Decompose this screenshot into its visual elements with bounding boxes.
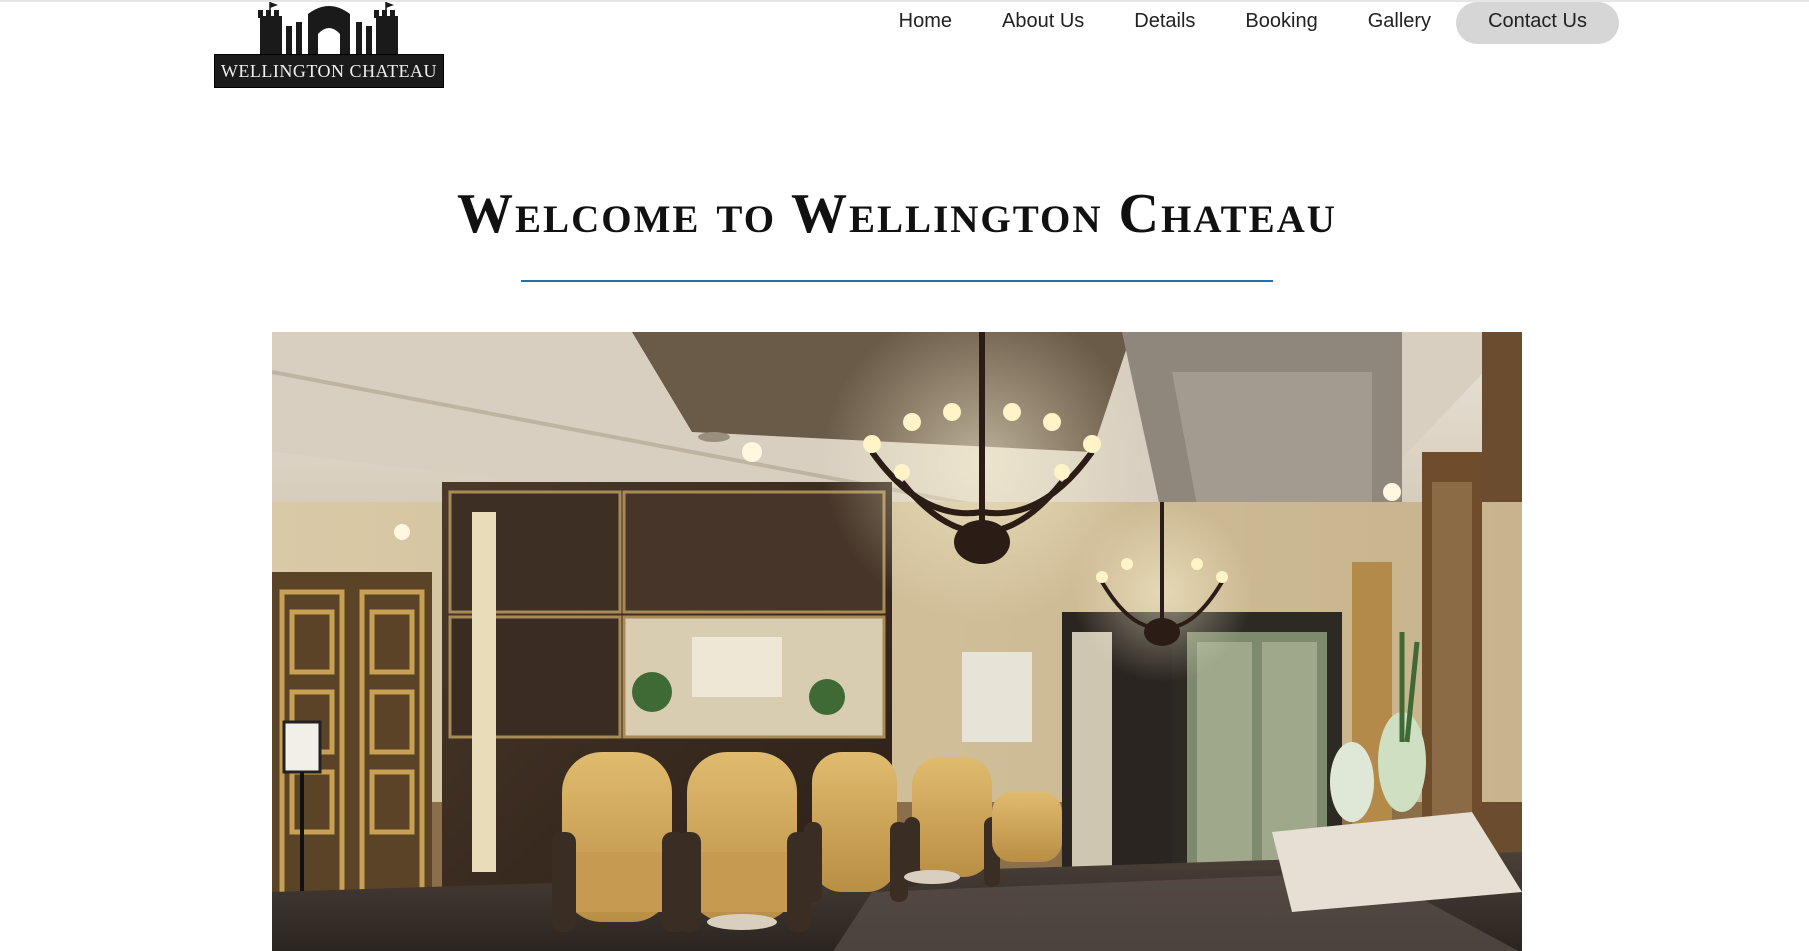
site-logo[interactable]: WELLINGTON CHATEAU bbox=[214, 2, 444, 88]
nav-about-us[interactable]: About Us bbox=[977, 2, 1109, 44]
nav-contact-us[interactable]: Contact Us bbox=[1456, 2, 1619, 44]
page-title: Welcome to Wellington Chateau bbox=[457, 183, 1337, 245]
page: WELLINGTON CHATEAU Home About Us Details… bbox=[0, 0, 1809, 951]
logo-plate: WELLINGTON CHATEAU bbox=[214, 54, 444, 88]
hero-image bbox=[272, 332, 1522, 951]
nav-details[interactable]: Details bbox=[1109, 2, 1220, 44]
nav-home[interactable]: Home bbox=[874, 2, 977, 44]
logo-text: WELLINGTON CHATEAU bbox=[220, 60, 438, 81]
nav-gallery[interactable]: Gallery bbox=[1343, 2, 1456, 44]
hotel-lobby-illustration bbox=[272, 332, 1522, 951]
title-divider bbox=[521, 280, 1273, 282]
nav-booking[interactable]: Booking bbox=[1220, 2, 1342, 44]
main-nav: Home About Us Details Booking Gallery Co… bbox=[874, 2, 1619, 44]
castle-icon bbox=[258, 2, 398, 54]
